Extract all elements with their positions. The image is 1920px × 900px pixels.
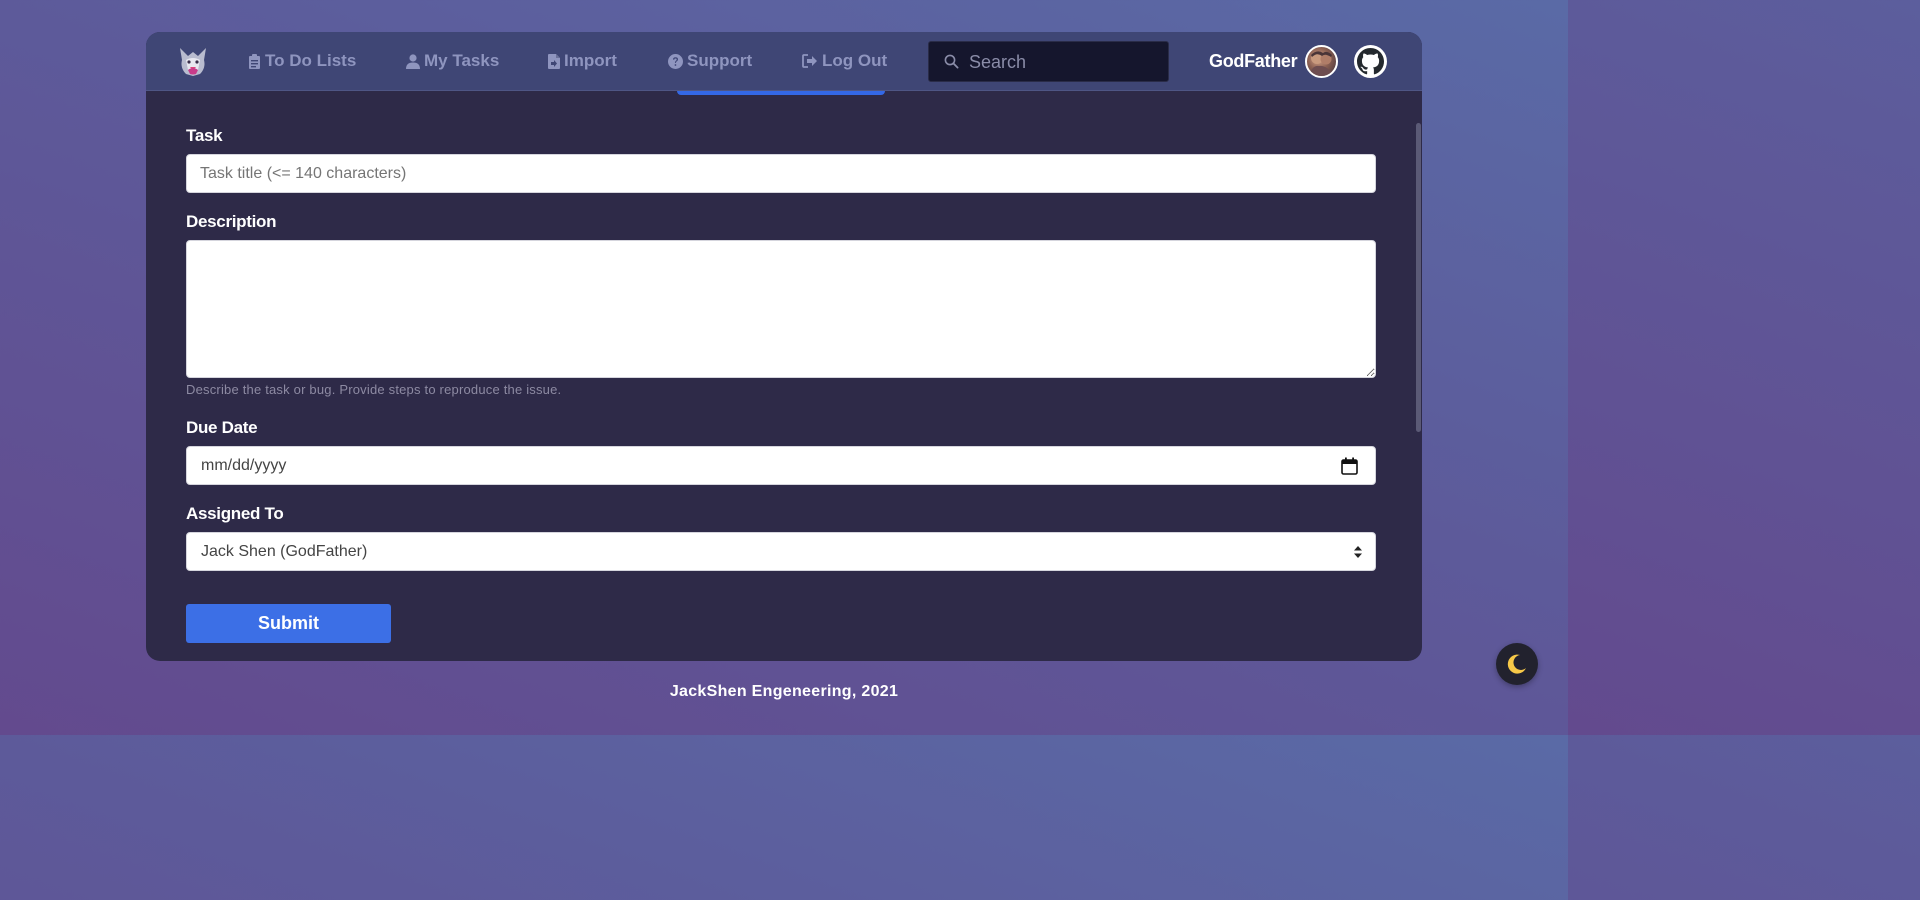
nav-my-tasks-label: My Tasks bbox=[424, 51, 500, 70]
avatar[interactable] bbox=[1305, 45, 1338, 78]
due-date-placeholder: mm/dd/yyyy bbox=[201, 457, 287, 474]
sign-out-icon bbox=[802, 54, 817, 68]
github-icon[interactable] bbox=[1354, 45, 1387, 78]
calendar-icon[interactable] bbox=[1341, 457, 1358, 475]
active-tab-indicator bbox=[677, 91, 885, 95]
assigned-to-value: Jack Shen (GodFather) bbox=[201, 543, 368, 560]
task-title-input[interactable] bbox=[186, 154, 1376, 193]
file-import-icon bbox=[548, 53, 560, 69]
description-textarea[interactable] bbox=[186, 240, 1376, 378]
username[interactable]: GodFather bbox=[1209, 51, 1298, 72]
search-icon bbox=[944, 54, 959, 69]
nav-import-label: Import bbox=[564, 51, 617, 70]
nav-my-tasks[interactable]: My Tasks bbox=[406, 50, 499, 72]
question-circle-icon bbox=[668, 53, 683, 69]
nav-to-do-lists[interactable]: To Do Lists bbox=[248, 50, 356, 72]
select-arrows-icon bbox=[1354, 546, 1362, 558]
description-help-text: Describe the task or bug. Provide steps … bbox=[186, 382, 562, 397]
clipboard-icon bbox=[249, 53, 260, 69]
task-label: Task bbox=[186, 126, 223, 145]
nav-import[interactable]: Import bbox=[548, 50, 617, 72]
dark-mode-toggle[interactable] bbox=[1496, 643, 1538, 685]
assigned-to-select[interactable]: Jack Shen (GodFather) bbox=[186, 532, 1376, 571]
nav-to-do-lists-label: To Do Lists bbox=[265, 51, 357, 70]
footer-text: JackShen Engeneering, 2021 bbox=[669, 683, 899, 700]
nav-support-label: Support bbox=[687, 51, 753, 70]
nav-log-out-label: Log Out bbox=[822, 51, 888, 70]
nav-log-out[interactable]: Log Out bbox=[802, 50, 887, 72]
navbar: To Do Lists My Tasks Import Support Log … bbox=[146, 32, 1422, 91]
search-box bbox=[928, 41, 1169, 82]
assigned-to-label: Assigned To bbox=[186, 504, 284, 523]
main-card: To Do Lists My Tasks Import Support Log … bbox=[146, 32, 1422, 661]
nav-support[interactable]: Support bbox=[668, 50, 752, 72]
app-logo[interactable] bbox=[176, 44, 210, 78]
scrollbar-thumb[interactable] bbox=[1416, 123, 1421, 432]
due-date-input[interactable]: mm/dd/yyyy bbox=[186, 446, 1376, 485]
moon-icon bbox=[1507, 654, 1526, 674]
search-input[interactable] bbox=[969, 48, 1159, 76]
description-label: Description bbox=[186, 212, 277, 231]
submit-button[interactable]: Submit bbox=[186, 604, 391, 643]
due-date-label: Due Date bbox=[186, 418, 258, 437]
user-icon bbox=[406, 53, 420, 69]
